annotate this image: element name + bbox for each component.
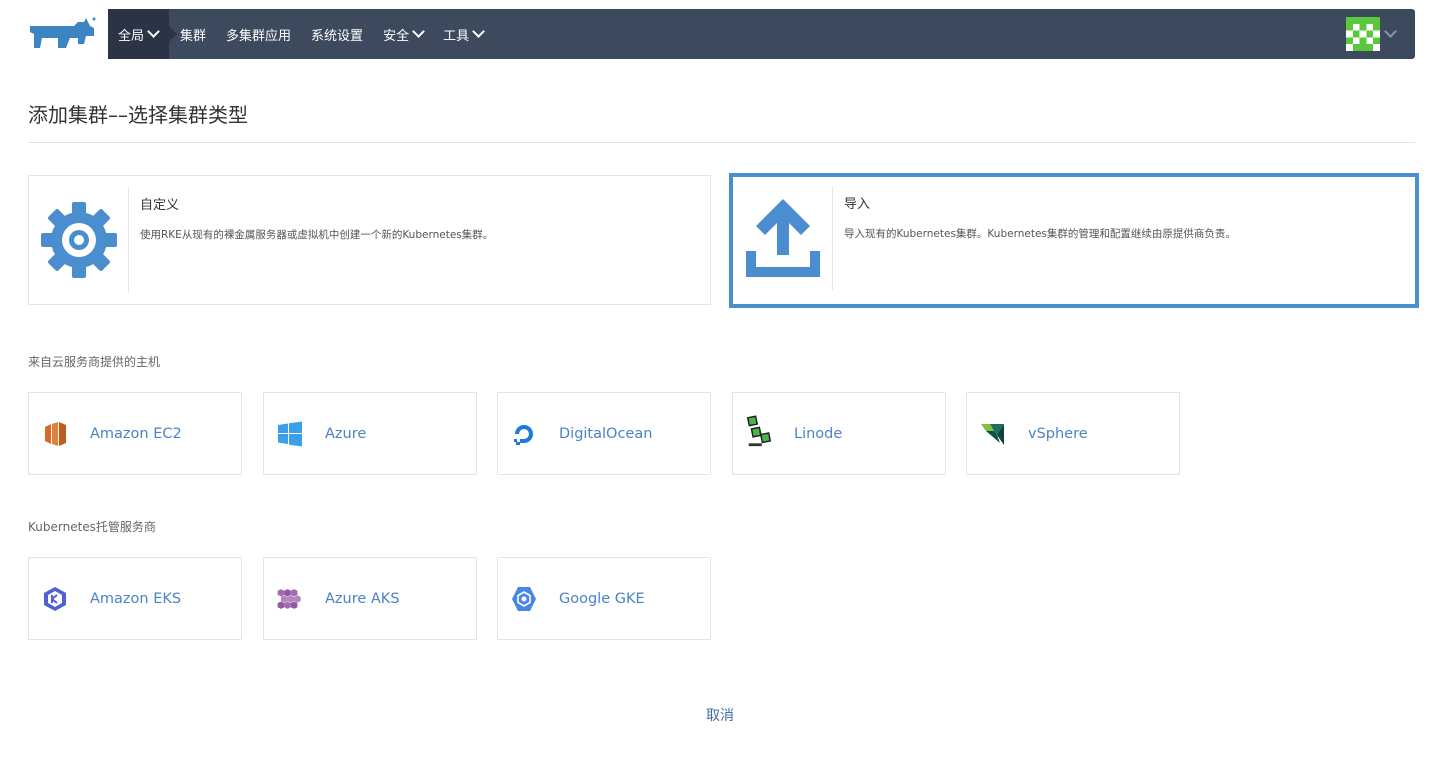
provider-label: Azure <box>325 425 367 442</box>
provider-amazon-ec2[interactable]: Amazon EC2 <box>28 392 242 475</box>
nav-multi-cluster-apps-label: 多集群应用 <box>226 28 292 44</box>
provider-google-gke[interactable]: Google GKE <box>497 557 711 640</box>
nav-global[interactable]: 全局 <box>108 9 178 59</box>
provider-label: vSphere <box>1028 425 1088 442</box>
chevron-down-icon <box>472 24 485 38</box>
provider-label: Linode <box>794 425 843 442</box>
provider-linode[interactable]: Linode <box>732 392 946 475</box>
card-title: 导入 <box>844 197 871 212</box>
provider-azure-aks[interactable]: Azure AKS <box>263 557 477 640</box>
provider-label: Amazon EKS <box>90 590 182 607</box>
amazon-eks-icon <box>41 585 69 613</box>
nav-security-label: 安全 <box>383 28 410 44</box>
provider-azure[interactable]: Azure <box>263 392 477 475</box>
provider-label: Amazon EC2 <box>90 425 182 442</box>
user-avatar <box>1346 17 1380 51</box>
nav-global-label: 全局 <box>118 28 145 44</box>
digitalocean-icon <box>510 420 538 448</box>
linode-icon <box>745 414 773 448</box>
cloud-providers-heading: 来自云服务商提供的主机 <box>28 355 161 369</box>
icon-container <box>733 186 833 290</box>
google-gke-icon <box>510 585 538 613</box>
page-title: 添加集群––选择集群类型 <box>28 103 248 127</box>
icon-container <box>29 188 129 292</box>
cluster-type-custom-card[interactable]: 自定义 使用RKE从现有的裸金属服务器或虚拟机中创建一个新的Kubernetes… <box>28 175 711 305</box>
nav-settings-label: 系统设置 <box>311 28 364 44</box>
gear-icon <box>40 202 117 278</box>
user-menu[interactable] <box>1346 17 1397 51</box>
cancel-link[interactable]: 取消 <box>706 705 734 725</box>
top-navigation: 全局 集群 多集群应用 系统设置 安全 工具 <box>108 9 1415 59</box>
nav-security[interactable]: 安全 <box>373 9 433 59</box>
card-description: 导入现有的Kubernetes集群。Kubernetes集群的管理和配置继续由原… <box>844 228 1236 240</box>
card-description: 使用RKE从现有的裸金属服务器或虚拟机中创建一个新的Kubernetes集群。 <box>140 229 494 241</box>
chevron-down-icon <box>412 24 425 38</box>
chevron-down-icon <box>1384 24 1397 38</box>
provider-vsphere[interactable]: vSphere <box>966 392 1180 475</box>
nav-tools[interactable]: 工具 <box>433 9 493 59</box>
azure-icon <box>276 420 304 448</box>
cluster-type-import-card[interactable]: 导入 导入现有的Kubernetes集群。Kubernetes集群的管理和配置继… <box>729 173 1419 308</box>
upload-icon <box>745 199 820 277</box>
divider <box>28 142 1415 143</box>
provider-label: Azure AKS <box>325 590 400 607</box>
nav-clusters-label: 集群 <box>180 28 207 44</box>
nav-tools-label: 工具 <box>443 28 470 44</box>
card-title: 自定义 <box>140 198 180 213</box>
provider-digitalocean[interactable]: DigitalOcean <box>497 392 711 475</box>
azure-aks-icon <box>276 585 304 613</box>
nav-settings[interactable]: 系统设置 <box>301 9 373 59</box>
provider-label: DigitalOcean <box>559 425 653 442</box>
vsphere-icon <box>979 420 1007 448</box>
provider-label: Google GKE <box>559 590 645 607</box>
provider-amazon-eks[interactable]: Amazon EKS <box>28 557 242 640</box>
hosted-providers-heading: Kubernetes托管服务商 <box>28 520 156 534</box>
amazon-ec2-icon <box>41 420 69 448</box>
chevron-down-icon <box>147 24 160 38</box>
rancher-logo[interactable] <box>28 14 98 54</box>
nav-multi-cluster-apps[interactable]: 多集群应用 <box>216 9 301 59</box>
